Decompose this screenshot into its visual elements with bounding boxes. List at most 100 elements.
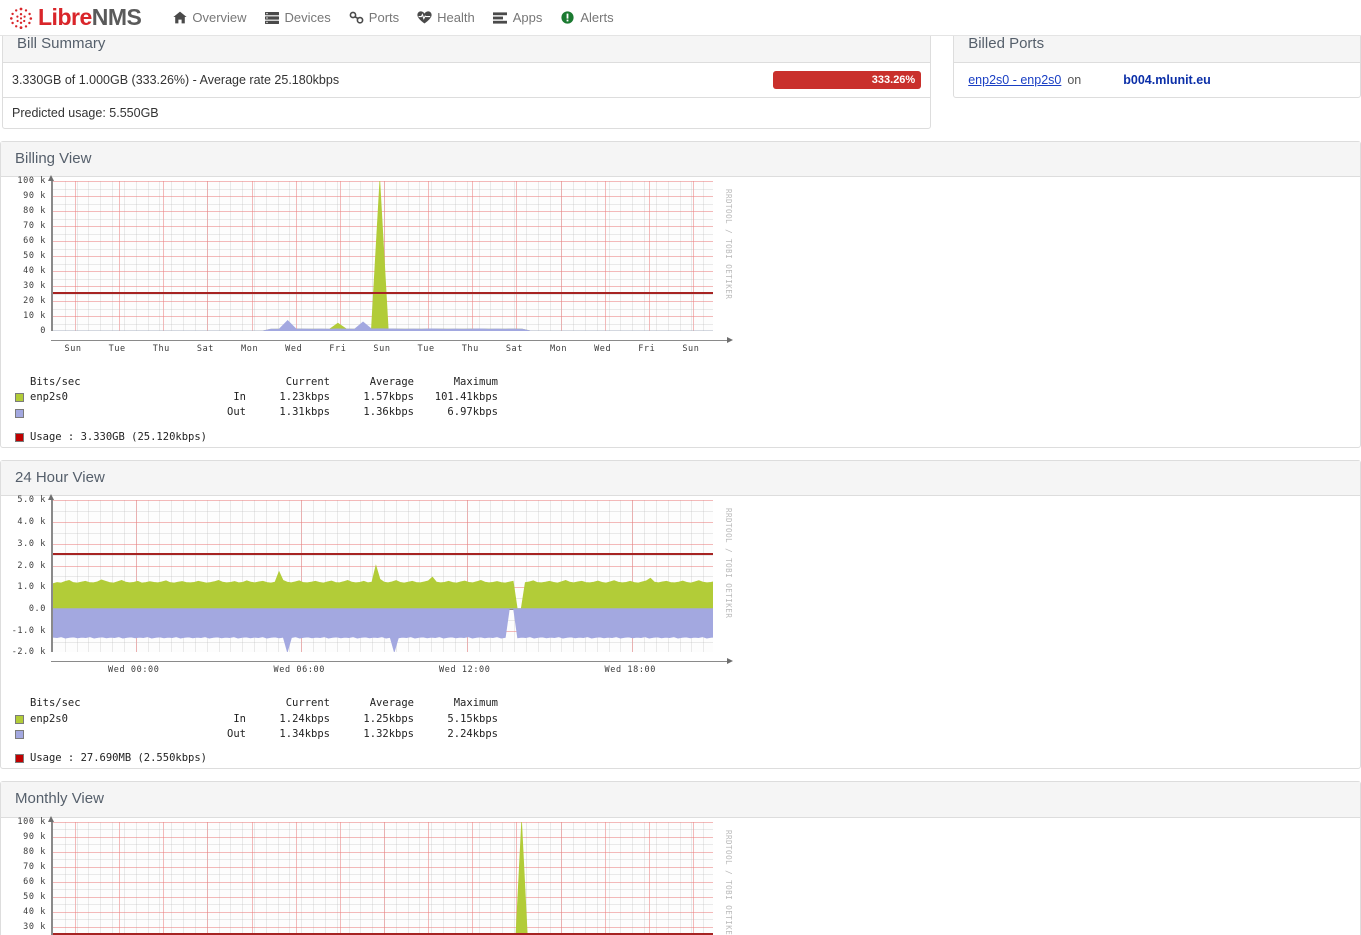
billed-port-device-link[interactable]: b004.mlunit.eu	[1123, 73, 1211, 87]
nav-items: Overview Devices Ports Health Apps Alert…	[163, 6, 622, 29]
y-axis-tick-label: 3.0 k	[17, 538, 46, 549]
sliders-icon	[493, 11, 508, 25]
nav-item-alerts[interactable]: Alerts	[551, 6, 622, 29]
nav-item-label: Overview	[192, 10, 247, 25]
series-area-out	[53, 608, 713, 653]
y-axis-tick-label: 100 k	[17, 176, 46, 186]
legend-header-average: Average	[369, 697, 414, 710]
alert-circle-icon	[560, 11, 575, 25]
x-axis-tick-label: Fri	[638, 344, 656, 354]
x-axis-tick-label: Tue	[417, 344, 435, 354]
legend-series-average: 1.25kbps	[363, 712, 414, 725]
nav-item-apps[interactable]: Apps	[484, 6, 552, 29]
brand-logo-link[interactable]: LibreNMS	[8, 4, 142, 31]
x-axis-line	[51, 340, 727, 341]
y-axis-tick-label: 60 k	[23, 236, 46, 246]
x-axis-arrow-icon	[727, 658, 733, 665]
y-axis-tick-label: 30 k	[23, 281, 46, 291]
bill-summary-usage-row: 3.330GB of 1.000GB (333.26%) - Average r…	[3, 63, 931, 98]
rrd-graph-billing-view: 0 10 k 20 k 30 k 40 k 50 k 60 k 70 k 80 k 90 k 100…	[1, 175, 1360, 375]
plot-area	[51, 181, 713, 331]
legend-header-maximum: Maximum	[453, 376, 498, 388]
billed-port-row: enp2s0 - enp2s0 on b004.mlunit.eu	[954, 63, 1360, 97]
legend-usage-label: Usage : 27.690MB (2.550kbps)	[30, 752, 208, 765]
y-axis-arrow-icon	[47, 815, 54, 822]
billed-port-link[interactable]: enp2s0 - enp2s0	[968, 73, 1061, 87]
legend-header-average: Average	[369, 376, 414, 388]
x-axis-line	[51, 661, 727, 663]
x-axis-tick-label: Sat	[505, 344, 523, 354]
panel-title-monthly-view: Monthly View	[1, 782, 1360, 818]
server-stack-icon	[265, 11, 280, 25]
panel-body-day-view: -2.0 k -1.0 k 0.0 1.0 k 2.0 k 3.0 k 4.0 k 5.0 k…	[1, 494, 1360, 768]
legend-header-current: Current	[285, 376, 330, 388]
x-axis-tick-label: Sat	[196, 344, 215, 354]
x-axis-tick-label: Wed 00:00	[108, 665, 160, 676]
librenms-logo-icon	[8, 5, 34, 31]
y-axis-tick-label: 50 k	[23, 251, 46, 261]
legend-usage-label: Usage : 3.330GB (25.120kbps)	[30, 430, 208, 443]
legend-usage-swatch	[15, 432, 24, 442]
graph-legend: Bits/sec Current Average Maximum enp2s0 In 1.2…	[1, 375, 1360, 445]
y-axis-tick-label: 70 k	[23, 221, 46, 231]
y-axis-tick-label: 2.0 k	[17, 560, 46, 571]
billed-port-on-label: on	[1067, 72, 1082, 87]
top-navbar: LibreNMS Overview Devices Ports Health A…	[0, 0, 1361, 36]
nav-item-label: Apps	[512, 10, 543, 25]
y-axis-tick-label: 90 k	[23, 831, 46, 842]
y-axis-arrow-icon	[47, 175, 54, 181]
brand-text-libre: Libre	[38, 4, 92, 30]
legend-header-bits: Bits/sec	[30, 376, 81, 388]
y-axis-tick-label: 30 k	[23, 921, 46, 932]
x-axis-tick-label: Wed 12:00	[439, 665, 491, 676]
graph-legend: Bits/sec Current Average Maximum enp2s0 In 1.2…	[1, 696, 1360, 766]
y-axis-tick-label: -2.0 k	[11, 647, 46, 658]
y-axis-tick-label: 1.0 k	[17, 582, 46, 593]
x-axis-tick-label: Sun	[373, 344, 391, 354]
legend-usage-row: Usage : 3.330GB (25.120kbps)	[15, 430, 1360, 445]
x-axis-tick-label: Wed 18:00	[604, 665, 656, 676]
panel-body-billing-view: 0 10 k 20 k 30 k 40 k 50 k 60 k 70 k 80 k 90 k 100…	[1, 175, 1360, 447]
legend-series-name: enp2s0	[30, 391, 68, 404]
panel-monthly-view: Monthly View010 k20 k30 k40 k50 k60 k70 …	[0, 781, 1361, 935]
nav-item-overview[interactable]: Overview	[163, 6, 255, 29]
y-axis-tick-label: 10 k	[23, 311, 46, 321]
legend-series-row: Out 1.31kbps 1.36kbps 6.97kbps	[15, 405, 1360, 420]
y-axis-tick-label: 4.0 k	[17, 517, 46, 528]
rrd-graph-monthly-view: 010 k20 k30 k40 k50 k60 k70 k80 k90 k100…	[1, 815, 1360, 935]
y-axis-tick-label: 80 k	[23, 846, 46, 857]
series-area-in	[53, 564, 713, 610]
y-axis-tick-label: 0	[40, 326, 46, 336]
plot-area	[51, 821, 713, 935]
graph-panels: Billing View 0 10 k 20 k 30 k 40 k 50 k 60 k 70 …	[0, 140, 1361, 935]
series-layer	[53, 181, 713, 331]
legend-usage-row: Usage : 27.690MB (2.550kbps)	[15, 751, 1360, 766]
nav-item-devices[interactable]: Devices	[256, 6, 340, 29]
nav-item-label: Devices	[284, 10, 331, 25]
nav-item-health[interactable]: Health	[408, 6, 484, 29]
brand-text: LibreNMS	[38, 4, 142, 30]
legend-series-current: 1.24kbps	[279, 712, 330, 725]
legend-series-average: 1.32kbps	[363, 727, 414, 740]
rrd-graph-day-view: -2.0 k -1.0 k 0.0 1.0 k 2.0 k 3.0 k 4.0 k 5.0 k…	[1, 494, 1360, 696]
brand-text-nms: NMS	[91, 4, 142, 30]
panel-billing-view: Billing View 0 10 k 20 k 30 k 40 k 50 k 60 k 70 …	[0, 140, 1361, 448]
rrdtool-watermark: RRDTOOL / TOBI OETIKER	[724, 829, 733, 935]
x-axis-tick-label: Sun	[682, 344, 700, 354]
x-axis-tick-label: Mon	[241, 344, 259, 354]
predicted-usage-text: Predicted usage: 5.550GB	[12, 105, 159, 120]
legend-series-maximum: 2.24kbps	[447, 727, 498, 740]
legend-header-maximum: Maximum	[453, 697, 498, 710]
legend-header-current: Current	[285, 697, 330, 710]
nav-item-ports[interactable]: Ports	[340, 6, 408, 29]
usage-progress-fill: 333.26%	[773, 70, 922, 89]
legend-color-swatch	[15, 729, 24, 739]
threshold-line	[53, 292, 713, 295]
legend-header-row: Bits/sec Current Average Maximum	[15, 696, 1360, 711]
x-axis-tick-label: Mon	[549, 344, 568, 354]
y-axis-tick-label: 50 k	[23, 891, 46, 902]
y-axis-tick-label: 90 k	[23, 191, 46, 201]
plot-area	[51, 500, 713, 653]
panel-title-day-view: 24 Hour View	[1, 460, 1360, 497]
top-row: Bill Summary 3.330GB of 1.000GB (333.26%…	[0, 26, 1361, 129]
